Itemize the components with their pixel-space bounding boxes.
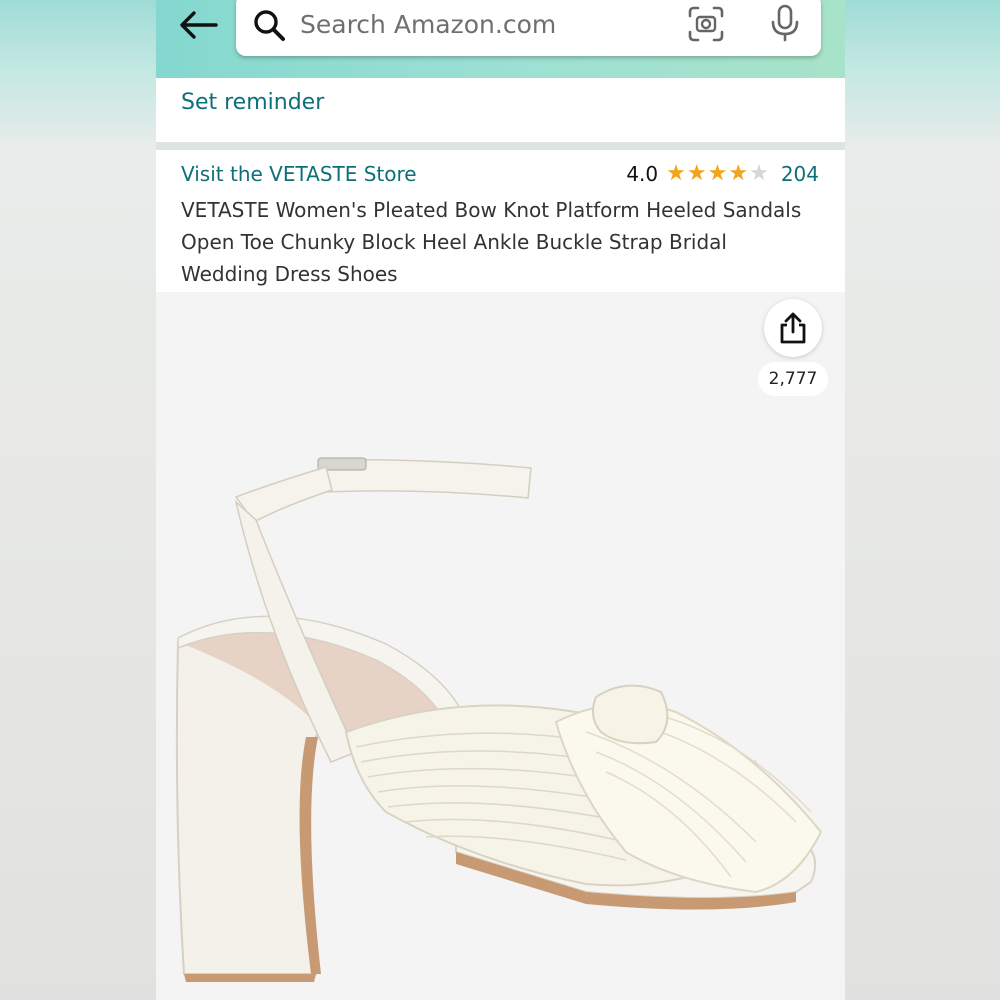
product-title: VETASTE Women's Pleated Bow Knot Platfor… bbox=[181, 198, 802, 286]
product-image[interactable] bbox=[156, 292, 845, 1000]
set-reminder-link[interactable]: Set reminder bbox=[181, 90, 324, 115]
back-arrow-icon bbox=[180, 11, 218, 39]
review-count-link[interactable]: 204 bbox=[781, 162, 819, 186]
product-image-gallery[interactable]: 2,777 bbox=[156, 292, 845, 1000]
star-icon: ★ bbox=[707, 161, 728, 186]
camera-scan-icon[interactable] bbox=[686, 4, 726, 44]
star-rating: ★ ★ ★ ★ ★ bbox=[666, 163, 769, 185]
search-bar[interactable] bbox=[236, 0, 821, 56]
reminder-bar: Set reminder bbox=[156, 78, 845, 142]
star-icon: ★ bbox=[728, 161, 749, 186]
search-icon bbox=[254, 10, 285, 41]
star-empty-icon: ★ bbox=[749, 161, 769, 186]
header-bar bbox=[156, 0, 845, 78]
section-divider bbox=[156, 142, 845, 150]
product-info: Visit the VETASTE Store 4.0 ★ ★ ★ ★ ★ 20… bbox=[156, 150, 845, 292]
share-button[interactable] bbox=[764, 299, 822, 357]
star-icon: ★ bbox=[666, 161, 686, 186]
rating-value: 4.0 bbox=[626, 162, 659, 186]
back-button[interactable] bbox=[174, 4, 222, 46]
search-input[interactable] bbox=[300, 2, 670, 46]
microphone-icon[interactable] bbox=[766, 2, 804, 44]
share-count: 2,777 bbox=[758, 362, 828, 396]
app-screen: Set reminder Visit the VETASTE Store 4.0… bbox=[156, 0, 845, 1000]
star-icon: ★ bbox=[686, 161, 707, 186]
share-icon bbox=[780, 312, 806, 344]
rating-summary[interactable]: 4.0 ★ ★ ★ ★ ★ 204 bbox=[626, 162, 819, 186]
store-link[interactable]: Visit the VETASTE Store bbox=[181, 162, 417, 186]
